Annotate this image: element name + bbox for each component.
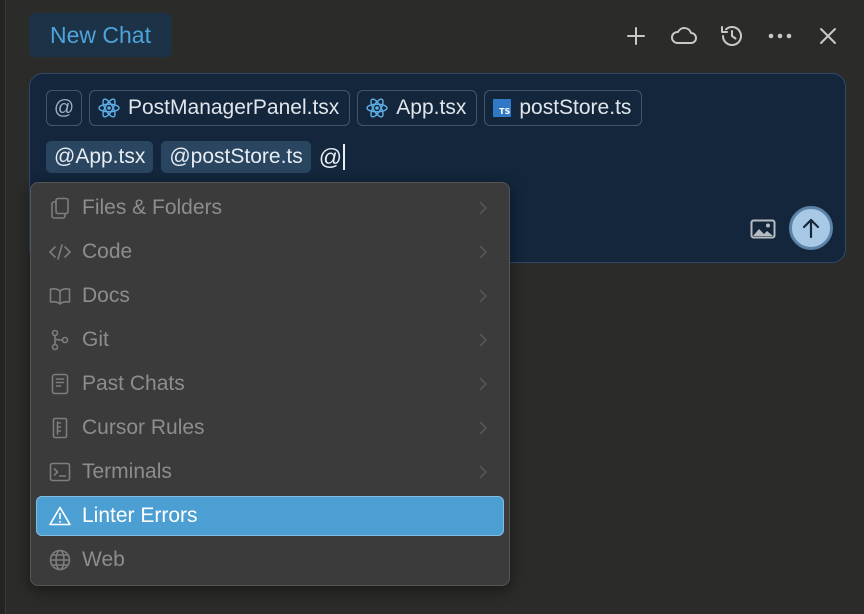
typescript-icon: TS (493, 99, 512, 117)
chevron-right-icon (478, 332, 488, 348)
context-row: @ PostManagerPanel.tsx App.tsx TS postSt… (46, 90, 643, 128)
panel-edge (0, 0, 6, 614)
files-icon (49, 197, 71, 219)
menu-item-cursor-rules[interactable]: Cursor Rules (36, 408, 504, 448)
text-caret (343, 144, 346, 170)
warning-icon (49, 505, 71, 527)
menu-item-label: Files & Folders (82, 196, 223, 219)
menu-item-label: Git (82, 328, 109, 351)
chevron-right-icon (478, 420, 488, 436)
chat-history-icon (49, 373, 71, 395)
chevron-right-icon (478, 244, 488, 260)
menu-item-terminals[interactable]: Terminals (36, 452, 504, 492)
menu-item-files-folders[interactable]: Files & Folders (36, 188, 504, 228)
menu-item-label: Code (82, 240, 133, 263)
chevron-right-icon (478, 200, 488, 216)
menu-item-git[interactable]: Git (36, 320, 504, 360)
react-icon (366, 98, 388, 118)
cloud-button[interactable] (667, 19, 701, 53)
context-menu: Files & Folders Code Docs Git Past Chats (30, 182, 510, 586)
typed-text: @ (319, 144, 346, 171)
book-icon (49, 285, 71, 307)
message-input[interactable]: @App.tsx @postStore.ts @ (46, 140, 346, 174)
context-chip[interactable]: App.tsx (357, 90, 478, 126)
git-branch-icon (49, 329, 71, 351)
menu-item-label: Web (82, 548, 125, 571)
context-chip-label: postStore.ts (519, 96, 632, 119)
plus-icon (627, 27, 645, 45)
context-chip-label: PostManagerPanel.tsx (128, 96, 340, 119)
history-button[interactable] (715, 19, 749, 53)
react-icon (98, 98, 120, 118)
cloud-icon (671, 27, 697, 44)
mention-pill[interactable]: @postStore.ts (161, 141, 311, 173)
menu-item-label: Terminals (82, 460, 172, 483)
menu-item-docs[interactable]: Docs (36, 276, 504, 316)
tab-new-chat[interactable]: New Chat (29, 13, 172, 57)
menu-item-code[interactable]: Code (36, 232, 504, 272)
more-icon (768, 33, 792, 39)
menu-item-web[interactable]: Web (36, 540, 504, 580)
send-button[interactable] (789, 206, 833, 250)
arrow-up-icon (802, 218, 820, 239)
menu-item-label: Docs (82, 284, 130, 307)
menu-item-label: Cursor Rules (82, 416, 205, 439)
menu-item-label: Linter Errors (82, 504, 198, 527)
menu-item-linter-errors[interactable]: Linter Errors (36, 496, 504, 536)
context-chip[interactable]: PostManagerPanel.tsx (89, 90, 351, 126)
chat-header: New Chat (0, 0, 864, 72)
close-icon (820, 28, 836, 44)
context-chip-label: App.tsx (396, 96, 467, 119)
attach-image-button[interactable] (748, 217, 778, 241)
chevron-right-icon (478, 376, 488, 392)
new-chat-button[interactable] (619, 19, 653, 53)
image-icon (750, 219, 776, 239)
close-button[interactable] (811, 19, 845, 53)
menu-item-label: Past Chats (82, 372, 185, 395)
code-icon (49, 241, 71, 263)
mention-pill[interactable]: @App.tsx (46, 141, 154, 173)
more-button[interactable] (763, 19, 797, 53)
chevron-right-icon (478, 288, 488, 304)
context-chip[interactable]: TS postStore.ts (484, 90, 643, 126)
menu-item-past-chats[interactable]: Past Chats (36, 364, 504, 404)
history-icon (721, 26, 742, 46)
rules-icon (49, 417, 71, 439)
chevron-right-icon (478, 464, 488, 480)
add-context-button[interactable]: @ (46, 90, 82, 126)
terminal-icon (49, 461, 71, 483)
globe-icon (49, 549, 71, 571)
